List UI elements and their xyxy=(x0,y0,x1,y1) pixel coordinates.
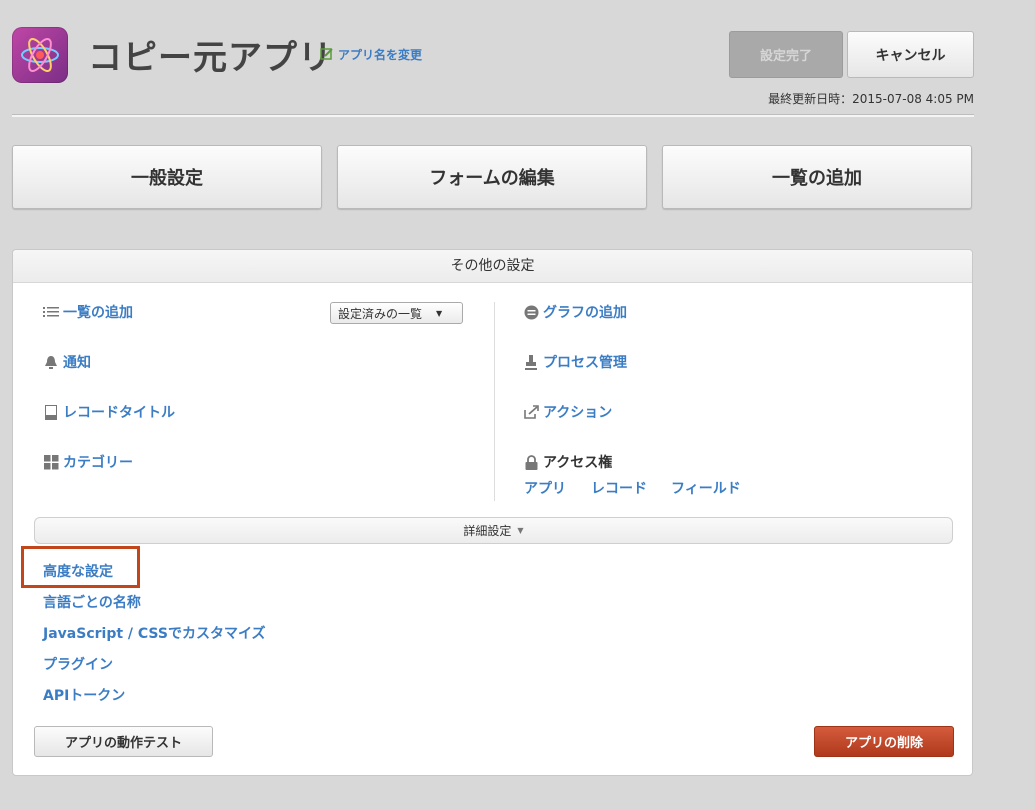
header-divider xyxy=(12,114,974,117)
settings-item-notification-label: 通知 xyxy=(63,355,91,371)
tab-general-settings[interactable]: 一般設定 xyxy=(12,145,322,209)
advanced-link-api-token[interactable]: APIトークン xyxy=(43,685,125,705)
advanced-settings-toggle[interactable]: 詳細設定 ▼ xyxy=(34,517,953,544)
delete-app-button[interactable]: アプリの削除 xyxy=(814,726,954,757)
chart-icon xyxy=(523,304,539,320)
app-icon xyxy=(12,27,68,83)
settings-item-process[interactable]: プロセス管理 xyxy=(523,352,627,372)
save-settings-button[interactable]: 設定完了 xyxy=(729,31,843,78)
settings-item-access-label: アクセス権 xyxy=(543,455,613,471)
share-icon xyxy=(523,404,539,420)
settings-item-chart[interactable]: グラフの追加 xyxy=(523,302,627,322)
settings-item-notification[interactable]: 通知 xyxy=(43,352,91,372)
settings-item-action-label: アクション xyxy=(543,405,613,421)
advanced-settings-label: 詳細設定 xyxy=(463,524,512,538)
settings-item-access: アクセス権 xyxy=(523,452,612,472)
advanced-link-plugins[interactable]: プラグイン xyxy=(43,654,113,674)
list-dropdown[interactable]: 設定済みの一覧 ▼ xyxy=(330,302,463,324)
rename-app-label: アプリ名を変更 xyxy=(338,48,423,62)
list-icon xyxy=(43,304,59,320)
other-settings-panel: その他の設定 一覧の追加 設定済みの一覧 ▼ 通知 レコードタイトル カテゴリー xyxy=(12,249,973,776)
triangle-down-icon: ▼ xyxy=(517,526,524,535)
document-icon xyxy=(43,404,59,420)
atom-icon xyxy=(21,38,59,72)
column-divider xyxy=(494,302,495,501)
settings-item-record-title-label: レコードタイトル xyxy=(63,405,175,421)
panel-title: その他の設定 xyxy=(13,250,972,283)
grid-icon xyxy=(43,454,59,470)
tab-add-list[interactable]: 一覧の追加 xyxy=(662,145,972,209)
bell-icon xyxy=(43,354,59,370)
triangle-down-icon: ▼ xyxy=(436,308,443,318)
list-dropdown-value: 設定済みの一覧 xyxy=(338,306,423,321)
advanced-link-localized-names[interactable]: 言語ごとの名称 xyxy=(43,592,141,612)
stamp-icon xyxy=(523,354,539,370)
settings-item-list[interactable]: 一覧の追加 xyxy=(43,302,133,322)
settings-item-record-title[interactable]: レコードタイトル xyxy=(43,402,175,422)
settings-item-list-label: 一覧の追加 xyxy=(63,305,133,321)
access-app-link[interactable]: アプリ xyxy=(524,478,566,498)
rename-app-link[interactable]: アプリ名を変更 xyxy=(320,46,422,64)
last-updated: 最終更新日時：2015-07-08 4:05 PM xyxy=(768,92,974,106)
app-title: コピー元アプリ xyxy=(88,38,333,78)
app-test-button[interactable]: アプリの動作テスト xyxy=(34,726,213,757)
access-field-link[interactable]: フィールド xyxy=(671,478,741,498)
edit-icon xyxy=(320,47,334,64)
settings-item-chart-label: グラフの追加 xyxy=(543,305,627,321)
advanced-link-advanced[interactable]: 高度な設定 xyxy=(43,561,113,581)
lock-icon xyxy=(523,454,539,470)
settings-item-action[interactable]: アクション xyxy=(523,402,612,422)
access-record-link[interactable]: レコード xyxy=(591,478,647,498)
advanced-link-js-css[interactable]: JavaScript / CSSでカスタマイズ xyxy=(43,623,266,643)
settings-item-process-label: プロセス管理 xyxy=(543,355,627,371)
tab-form-edit[interactable]: フォームの編集 xyxy=(337,145,647,209)
settings-item-category[interactable]: カテゴリー xyxy=(43,452,133,472)
settings-item-category-label: カテゴリー xyxy=(63,455,133,471)
cancel-button[interactable]: キャンセル xyxy=(847,31,974,78)
